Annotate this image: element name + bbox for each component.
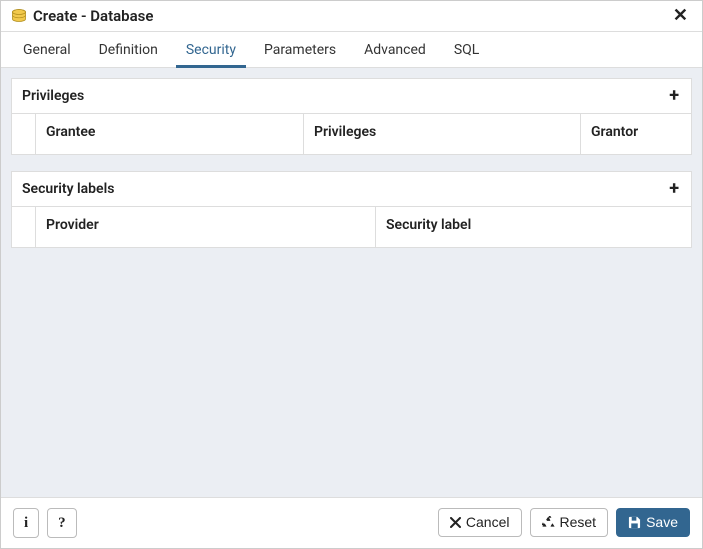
database-icon <box>11 9 27 23</box>
plus-icon: + <box>669 85 679 106</box>
info-button[interactable]: i <box>13 508 39 539</box>
add-privilege-button[interactable]: + <box>667 87 681 105</box>
tab-definition[interactable]: Definition <box>85 32 172 67</box>
row-handle-column <box>12 207 36 247</box>
column-header-security-label: Security label <box>376 207 691 247</box>
info-icon: i <box>24 515 28 532</box>
reset-button[interactable]: Reset <box>530 508 609 537</box>
privileges-title: Privileges <box>22 88 84 104</box>
column-header-grantee: Grantee <box>36 114 304 154</box>
tab-advanced[interactable]: Advanced <box>350 32 440 67</box>
security-labels-header: Security labels + <box>11 171 692 207</box>
close-icon <box>450 517 461 528</box>
reset-label: Reset <box>560 515 597 530</box>
recycle-icon <box>542 516 555 529</box>
titlebar: Create - Database ✕ <box>1 1 702 32</box>
column-header-grantor: Grantor <box>581 114 691 154</box>
privileges-table: Grantee Privileges Grantor <box>11 114 692 155</box>
tab-parameters[interactable]: Parameters <box>250 32 350 67</box>
privileges-header: Privileges + <box>11 78 692 114</box>
row-handle-column <box>12 114 36 154</box>
tab-general[interactable]: General <box>9 32 85 67</box>
tab-sql[interactable]: SQL <box>440 32 493 67</box>
window-title: Create - Database <box>33 7 669 25</box>
security-labels-table: Provider Security label <box>11 207 692 248</box>
close-icon[interactable]: ✕ <box>669 7 692 25</box>
content-area: Privileges + Grantee Privileges Grantor … <box>1 68 702 497</box>
save-label: Save <box>646 515 678 530</box>
cancel-label: Cancel <box>466 515 510 530</box>
plus-icon: + <box>669 178 679 199</box>
question-icon: ? <box>58 515 66 532</box>
add-security-label-button[interactable]: + <box>667 180 681 198</box>
footer: i ? Cancel Reset <box>1 497 702 549</box>
help-button[interactable]: ? <box>47 508 77 539</box>
save-button[interactable]: Save <box>616 508 690 537</box>
column-header-privileges: Privileges <box>304 114 581 154</box>
privileges-panel: Privileges + Grantee Privileges Grantor <box>11 78 692 155</box>
security-labels-title: Security labels <box>22 181 114 197</box>
column-header-provider: Provider <box>36 207 376 247</box>
tab-bar: General Definition Security Parameters A… <box>1 32 702 68</box>
tab-security[interactable]: Security <box>172 32 250 67</box>
save-icon <box>628 516 641 529</box>
security-labels-panel: Security labels + Provider Security labe… <box>11 171 692 248</box>
cancel-button[interactable]: Cancel <box>438 508 522 537</box>
